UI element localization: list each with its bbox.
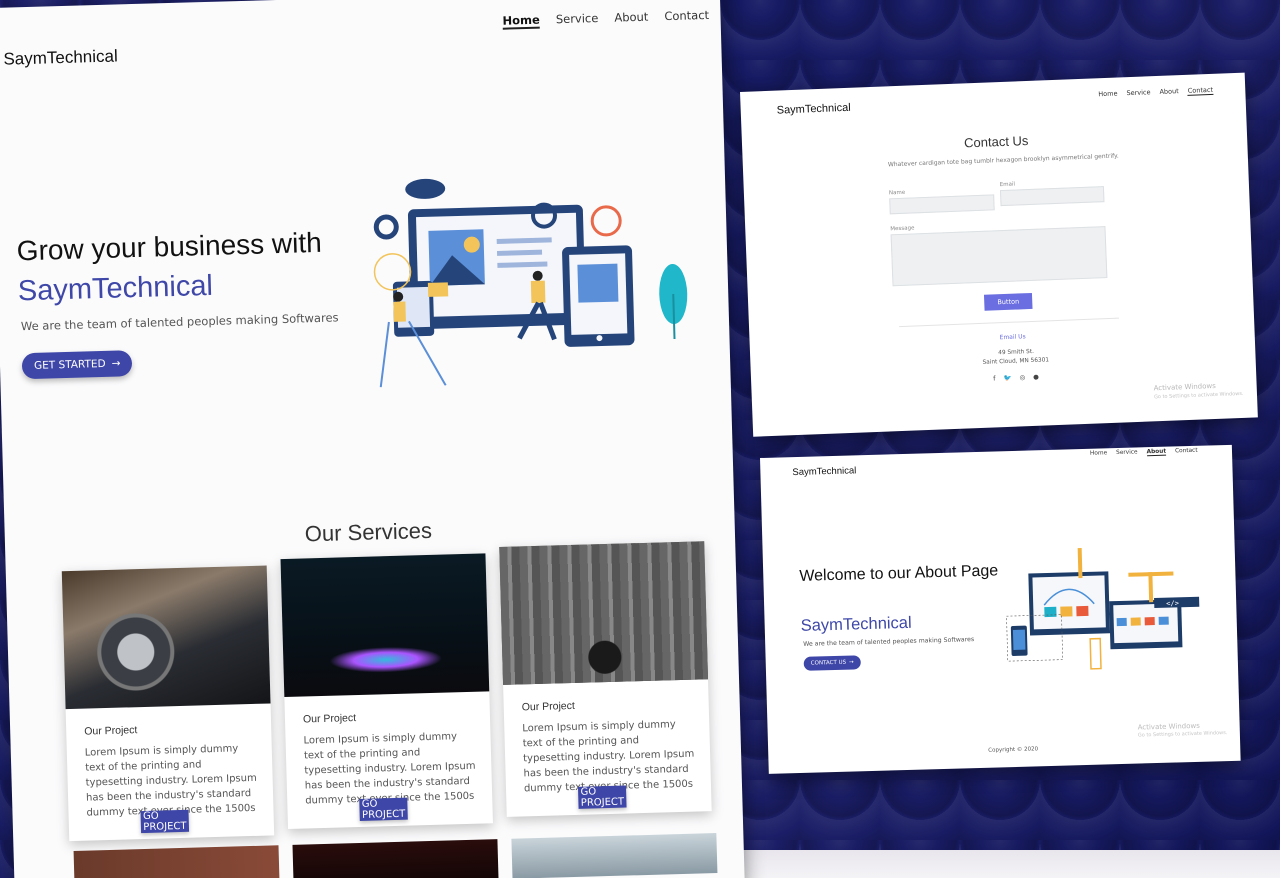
about-page-screenshot: SaymTechnical Home Service About Contact… [760,444,1241,774]
activate-windows-subtitle: Go to Settings to activate Windows. [1137,730,1228,739]
card-text: Lorem Ipsum is simply dummy text of the … [84,743,257,819]
nav-service[interactable]: Service [1116,449,1138,457]
nav-about[interactable]: About [1159,87,1179,97]
contact-us-label: CONTACT US [810,659,847,667]
submit-button[interactable]: Button [983,292,1033,311]
car-interior-image [61,565,271,710]
nav-about[interactable]: About [1146,448,1167,457]
service-card: Our Project Lorem Ipsum is simply dummy … [499,541,712,817]
go-project-button[interactable]: GO PROJECT [140,809,190,834]
hero-brand: SaymTechnical [17,269,214,308]
arrow-right-icon: → [849,659,854,666]
services-cards: Our Project Lorem Ipsum is simply dummy … [61,541,712,842]
bottom-paper [700,850,1280,878]
logo[interactable]: SaymTechnical [792,465,856,478]
go-project-button[interactable]: GO PROJECT [359,797,408,821]
get-started-label: GET STARTED [33,357,106,372]
nav-home[interactable]: Home [1098,90,1118,100]
email-input[interactable] [999,186,1105,207]
contact-title: Contact Us [963,132,1029,151]
street-image [511,833,718,878]
contact-page-screenshot: SaymTechnical Home Service About Contact… [740,72,1258,437]
keyboard-image [280,553,490,698]
services-cards-row-2 [73,833,718,878]
logo[interactable]: SaymTechnical [3,46,118,69]
card-title: Our Project [302,712,357,726]
logo[interactable]: SaymTechnical [777,102,851,117]
hero-title: Grow your business with [16,226,323,267]
main-nav: Home Service About Contact [502,8,709,30]
hero-subtitle: We are the team of talented peoples maki… [20,310,339,334]
contact-us-button[interactable]: CONTACT US → [803,655,861,671]
get-started-button[interactable]: GET STARTED → [21,350,133,380]
service-card: Our Project Lorem Ipsum is simply dummy … [280,553,493,829]
chat-icon[interactable]: ● [1033,373,1039,381]
social-links: f 🐦 ◎ ● [993,373,1039,383]
brick-wall-image [73,845,280,878]
nav-service[interactable]: Service [556,11,599,28]
dark-image [292,839,499,878]
nav-home[interactable]: Home [502,12,541,30]
activate-windows-subtitle: Go to Settings to activate Windows. [1153,390,1244,401]
go-project-button[interactable]: GO PROJECT [577,785,627,809]
name-label: Name [888,189,906,197]
hooded-person-image [499,541,709,685]
message-textarea[interactable] [890,226,1108,287]
nav-contact[interactable]: Contact [664,8,709,25]
nav-about[interactable]: About [614,10,648,27]
card-text: Lorem Ipsum is simply dummy text of the … [303,731,476,807]
nav-home[interactable]: Home [1090,450,1107,457]
card-title: Our Project [84,724,138,738]
about-subtitle: We are the team of talented peoples maki… [803,636,975,648]
address-line-2: Saint Cloud, MN 56301 [982,357,1050,366]
message-label: Message [890,225,915,233]
contact-nav: Home Service About Contact [1098,85,1214,100]
twitter-icon[interactable]: 🐦 [1003,374,1011,382]
nav-contact[interactable]: Contact [1187,85,1214,96]
copyright: Copyright © 2020 [988,746,1039,754]
contact-subtitle: Whatever cardigan tote bag tumblr hexago… [887,152,1119,169]
service-card: Our Project Lorem Ipsum is simply dummy … [61,565,275,842]
divider [899,317,1119,328]
svg-text:</>: </> [1166,599,1179,607]
activate-windows-title: Activate Windows [1153,381,1216,393]
email-label: Email [999,181,1016,189]
about-title: Welcome to our About Page [799,562,999,585]
email-us-link[interactable]: Email Us [999,333,1025,341]
arrow-right-icon: → [111,357,121,370]
facebook-icon[interactable]: f [993,374,996,382]
nav-contact[interactable]: Contact [1175,448,1198,456]
about-illustration: </> [1006,548,1200,670]
address-line-1: 49 Smith St. [998,348,1035,357]
services-title: Our Services [304,517,433,547]
nav-service[interactable]: Service [1126,88,1150,98]
instagram-icon[interactable]: ◎ [1019,373,1025,381]
main-page-screenshot: SaymTechnical Home Service About Contact… [0,0,745,878]
hero-illustration [373,178,688,388]
card-text: Lorem Ipsum is simply dummy text of the … [522,719,695,795]
about-brand: SaymTechnical [800,613,912,635]
card-title: Our Project [521,699,575,714]
about-nav: Home Service About Contact [1090,448,1198,458]
name-input[interactable] [889,194,995,215]
